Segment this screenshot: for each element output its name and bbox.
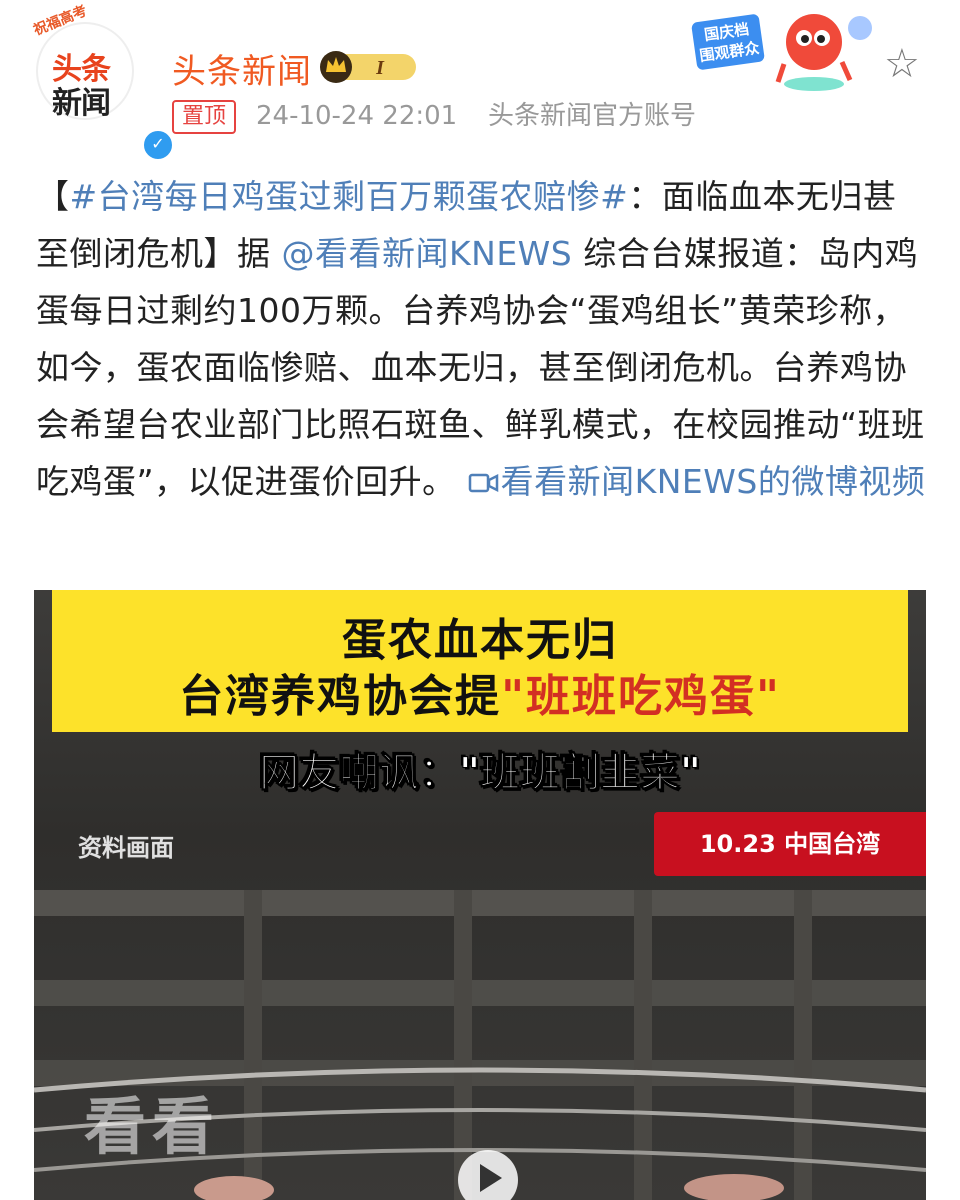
banner-line2-quote: "班班吃鸡蛋" — [501, 671, 781, 722]
post-body: 综合台媒报道：岛内鸡蛋每日过剩约100万颗。台养鸡协会“蛋鸡组长”黄荣珍称，如今… — [36, 234, 925, 501]
avatar[interactable]: 祝福高考 头条 新闻 ✓ — [31, 3, 174, 161]
event-badge: 国庆档 围观群众 — [684, 4, 884, 94]
watermark-text: 看看 — [84, 1090, 221, 1163]
banner-line2-text: 台湾养鸡协会提 — [179, 671, 502, 722]
avatar-text-line2: 新闻 — [52, 86, 111, 121]
account-name[interactable]: 头条新闻 — [172, 44, 312, 93]
banner-line2: 台湾养鸡协会提"班班吃鸡蛋" — [52, 660, 908, 724]
video-thumbnail[interactable]: 蛋农血本无归 台湾养鸡协会提"班班吃鸡蛋" 网友嘲讽："班班割韭菜" 资料画面 … — [34, 590, 926, 1200]
banner-line1: 蛋农血本无归 — [342, 615, 618, 666]
video-link-label: 看看新闻KNEWS的微博视频 — [500, 462, 926, 501]
caption-text: 网友嘲讽："班班割韭菜" — [259, 750, 702, 797]
level-label: I — [375, 57, 385, 79]
cage-beam — [34, 890, 926, 916]
cage-beam — [34, 980, 926, 1006]
date-location-tag: 10.23 中国台湾 — [654, 812, 926, 876]
video-link[interactable]: 看看新闻KNEWS的微博视频 — [467, 462, 926, 501]
crown-level-icon: I — [320, 51, 416, 83]
favorite-star-icon[interactable]: ☆ — [884, 44, 920, 84]
bracket-open: 【 — [36, 177, 70, 216]
mention-link[interactable]: @看看新闻KNEWS — [282, 234, 573, 273]
hashtag-link[interactable]: #台湾每日鸡蛋过剩百万颗蛋农赔惨# — [70, 177, 629, 216]
post-source: 头条新闻官方账号 — [488, 101, 697, 131]
play-icon — [480, 1164, 502, 1192]
post-text: 【#台湾每日鸡蛋过剩百万颗蛋农赔惨#：面临血本无归甚至倒闭危机】据 @看看新闻K… — [36, 168, 926, 510]
mascot-icon — [775, 14, 872, 91]
avatar-arc-text: 祝福高考 — [31, 3, 90, 39]
post-time: 24-10-24 22:01 — [256, 101, 458, 131]
video-camera-icon — [468, 473, 498, 493]
verified-icon: ✓ — [142, 129, 174, 161]
event-badge-text: 国庆档 围观群众 — [690, 13, 766, 71]
archive-label: 资料画面 — [78, 834, 174, 862]
pinned-badge: 置顶 — [172, 100, 237, 134]
headline-banner: 蛋农血本无归 台湾养鸡协会提"班班吃鸡蛋" — [52, 590, 908, 732]
post-header: 祝福高考 头条 新闻 ✓ 头条新闻 I 置顶 24-10-24 22:01 头条… — [0, 0, 960, 161]
